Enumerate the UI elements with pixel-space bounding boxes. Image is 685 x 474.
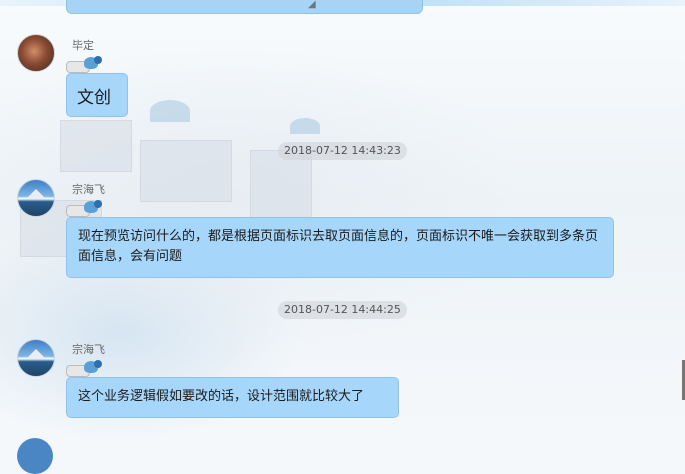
user-level-badge-icon [66,56,108,73]
message-bubble[interactable]: 文创 [66,73,128,117]
avatar[interactable] [17,438,53,474]
message-bubble[interactable]: 现在预览访问什么的，都是根据页面标识去取页面信息的，页面标识不唯一会获取到多条页… [66,217,614,278]
avatar[interactable] [17,34,55,72]
user-level-badge-icon [66,200,108,217]
timestamp-label: 2018-07-12 14:44:25 [278,301,407,319]
message-bubble[interactable]: 这个业务逻辑假如要改的话，设计范围就比较大了 [66,377,399,418]
previous-message-bubble[interactable]: ◢ [66,0,423,14]
avatar[interactable] [17,339,55,377]
avatar[interactable] [17,179,55,217]
sender-name: 宗海飞 [72,183,105,196]
timestamp-label: 2018-07-12 14:43:23 [278,142,407,160]
sender-name: 毕定 [72,39,94,52]
sender-name: 宗海飞 [72,343,105,356]
image-icon: ◢ [308,0,316,10]
user-level-badge-icon [66,360,108,377]
